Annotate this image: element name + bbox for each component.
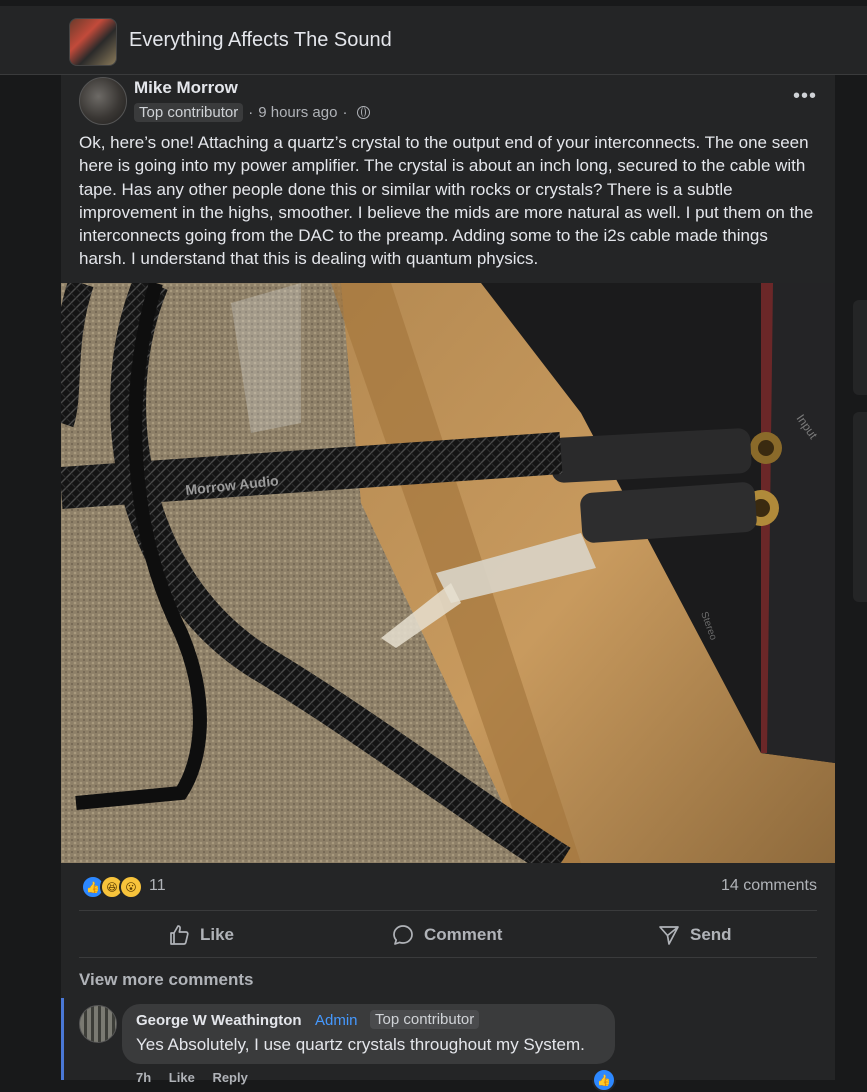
thumbs-up-icon [170, 925, 189, 945]
group-header: Everything Affects The Sound [0, 0, 867, 75]
adjacent-card-edge [853, 412, 867, 602]
left-gutter [0, 75, 61, 1080]
like-button[interactable]: Like [167, 921, 234, 949]
send-icon [659, 926, 679, 945]
comment-reply-link[interactable]: Reply [212, 1070, 247, 1085]
reaction-count[interactable]: 11 [149, 877, 166, 895]
comment-like-link[interactable]: Like [169, 1070, 195, 1085]
post-photo[interactable]: Morrow Audio Input Stereo [61, 283, 835, 863]
comment-meta: 7h Like Reply [136, 1070, 262, 1085]
comment-timestamp[interactable]: 7h [136, 1070, 151, 1085]
author-name[interactable]: Mike Morrow [134, 78, 238, 98]
reaction-icons: 👍 😆 😮 [81, 875, 143, 899]
comment-text: Yes Absolutely, I use quartz crystals th… [136, 1035, 585, 1054]
author-avatar[interactable] [79, 77, 127, 125]
view-more-comments-link[interactable]: View more comments [79, 970, 253, 990]
adjacent-card-edge [853, 300, 867, 395]
meta-separator: · [342, 103, 348, 121]
comment-icon [393, 925, 413, 945]
comment-thread-line [61, 998, 64, 1080]
post-card: Mike Morrow Top contributor · 9 hours ag… [61, 75, 835, 1092]
photo-illustration: Morrow Audio Input Stereo [61, 283, 835, 863]
comment-like-reaction-icon[interactable]: 👍 [592, 1068, 616, 1092]
group-avatar[interactable] [69, 18, 117, 66]
post-text: Ok, here’s one! Attaching a quartz’s cry… [79, 133, 814, 269]
like-label: Like [200, 925, 235, 944]
meta-separator: · [248, 103, 254, 121]
commenter-avatar[interactable] [79, 1005, 117, 1043]
globe-icon [357, 105, 371, 119]
commenter-name[interactable]: George W Weathington [136, 1012, 302, 1029]
comment-count[interactable]: 14 comments [721, 877, 817, 895]
divider [79, 910, 817, 911]
group-name[interactable]: Everything Affects The Sound [129, 29, 392, 52]
send-label: Send [690, 925, 732, 944]
top-contributor-badge[interactable]: Top contributor [134, 102, 244, 122]
send-button[interactable]: Send [657, 921, 732, 949]
divider [79, 957, 817, 958]
post-timestamp[interactable]: 9 hours ago [258, 104, 337, 121]
post-meta: Top contributor · 9 hours ago · [134, 101, 371, 123]
comment-label: Comment [424, 925, 503, 944]
reaction-summary[interactable]: 👍 😆 😮 11 14 comments [79, 875, 817, 899]
more-options-button[interactable]: ••• [793, 85, 817, 108]
wow-reaction-icon: 😮 [119, 875, 143, 899]
top-contributor-badge[interactable]: Top contributor [370, 1010, 480, 1029]
comment-button[interactable]: Comment [391, 921, 502, 949]
admin-badge[interactable]: Admin [315, 1012, 358, 1029]
comment-bubble: George W Weathington Admin Top contribut… [122, 1004, 615, 1064]
